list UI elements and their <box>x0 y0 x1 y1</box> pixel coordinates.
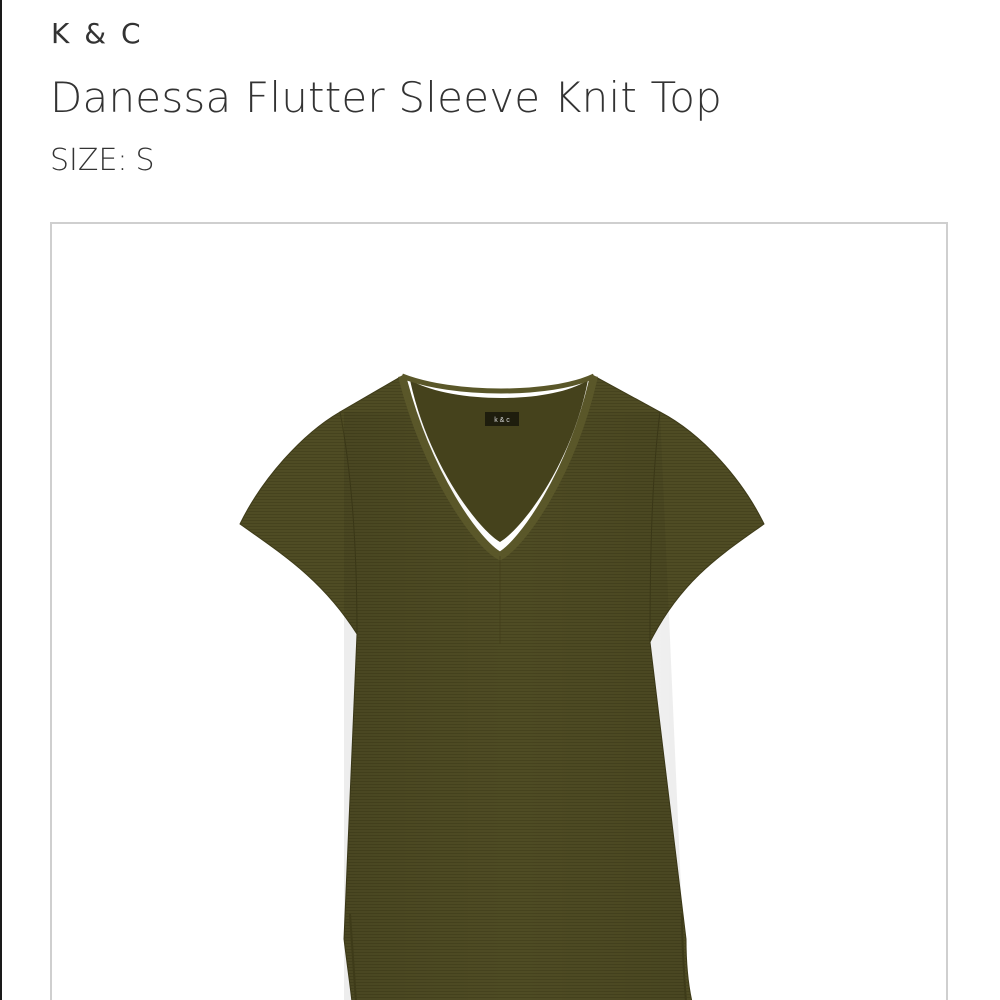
tag-text: k & c <box>494 417 510 424</box>
size-info: SIZE: S <box>50 142 155 180</box>
shirt-icon: k & c <box>239 373 765 1000</box>
left-border <box>0 0 2 1000</box>
product-image-frame[interactable]: k & c <box>50 222 948 1000</box>
product-title: Danessa Flutter Sleeve Knit Top <box>50 73 723 122</box>
brand-name: K & C <box>51 17 144 50</box>
size-label: SIZE: <box>50 143 128 178</box>
size-value: S <box>135 143 155 178</box>
product-page: K & C Danessa Flutter Sleeve Knit Top SI… <box>0 0 1000 1000</box>
